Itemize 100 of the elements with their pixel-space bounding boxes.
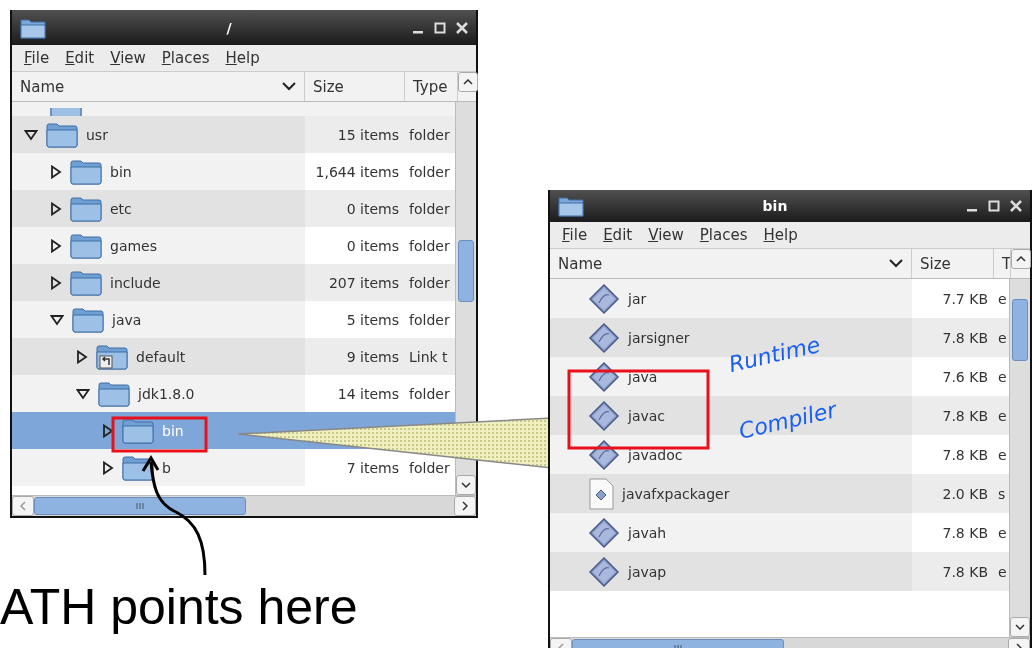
item-count: 5 items bbox=[346, 311, 399, 328]
file-name: javadoc bbox=[628, 446, 683, 463]
file-type: e bbox=[998, 329, 1007, 346]
file-name: javac bbox=[628, 407, 666, 424]
menu-item[interactable]: View bbox=[110, 49, 146, 67]
expander-collapsed-icon[interactable] bbox=[50, 275, 62, 290]
file-type: s bbox=[998, 485, 1006, 502]
maximize-icon[interactable] bbox=[988, 200, 1000, 212]
maximize-icon[interactable] bbox=[434, 21, 446, 34]
folder-icon bbox=[122, 417, 154, 444]
file-size: 7.8 KB bbox=[942, 407, 988, 424]
file-name: jdk1.8.0 bbox=[138, 385, 195, 402]
file-type: folder bbox=[409, 237, 450, 254]
menu-item[interactable]: Edit bbox=[603, 226, 633, 244]
chevron-up-icon bbox=[463, 79, 473, 85]
scrollbar-thumb[interactable] bbox=[1012, 299, 1028, 361]
file-type: folder bbox=[409, 163, 450, 180]
item-count: 9 items bbox=[346, 348, 399, 365]
chevron-down-icon bbox=[461, 482, 471, 488]
menu-item[interactable]: File bbox=[24, 49, 50, 67]
item-count: 0 items bbox=[346, 237, 399, 254]
folder-icon bbox=[70, 195, 102, 222]
file-size: 7.8 KB bbox=[942, 329, 988, 346]
file-name: javap bbox=[628, 563, 667, 580]
name-column-header[interactable]: Name bbox=[12, 72, 305, 101]
expander-collapsed-icon[interactable] bbox=[50, 164, 62, 179]
item-count: 0 items bbox=[346, 200, 399, 217]
chevron-up-icon bbox=[1016, 256, 1026, 262]
file-name: jarsigner bbox=[628, 329, 690, 346]
expander-collapsed-icon[interactable] bbox=[102, 423, 114, 438]
diamond-icon bbox=[588, 360, 620, 393]
file-type: folder bbox=[409, 126, 450, 143]
file-name: include bbox=[110, 274, 161, 291]
column-header[interactable]: Size bbox=[305, 72, 405, 101]
file-name: usr bbox=[86, 126, 108, 143]
menu-item[interactable]: Help bbox=[763, 226, 798, 244]
file-name: jar bbox=[628, 290, 647, 307]
close-icon[interactable] bbox=[1010, 200, 1022, 212]
scrollbar-thumb[interactable] bbox=[458, 240, 474, 302]
sort-chevron-icon[interactable] bbox=[282, 82, 296, 91]
item-count: 7 items bbox=[346, 459, 399, 476]
scroll-right-button[interactable] bbox=[454, 496, 476, 516]
scroll-up-button[interactable] bbox=[1011, 249, 1031, 269]
chevron-right-icon bbox=[462, 501, 468, 511]
file-type: e bbox=[998, 524, 1007, 541]
file-name: games bbox=[110, 237, 157, 254]
name-column-header[interactable]: Name bbox=[550, 249, 912, 278]
expander-collapsed-icon[interactable] bbox=[50, 201, 62, 216]
expander-expanded-icon[interactable] bbox=[76, 387, 90, 400]
menu-item[interactable]: Places bbox=[699, 226, 748, 244]
file-type: folder bbox=[409, 385, 450, 402]
menu-item[interactable]: Edit bbox=[65, 49, 95, 67]
scroll-up-button[interactable] bbox=[458, 72, 478, 92]
file-name: bin bbox=[110, 163, 132, 180]
folder-icon bbox=[46, 121, 78, 148]
expander-collapsed-icon[interactable] bbox=[76, 349, 88, 364]
scroll-down-button[interactable] bbox=[456, 475, 476, 495]
file-type: e bbox=[998, 446, 1007, 463]
menu-item[interactable]: View bbox=[648, 226, 684, 244]
expander-expanded-icon[interactable] bbox=[24, 128, 38, 141]
menu-item[interactable]: Help bbox=[225, 49, 260, 67]
file-size: 7.7 KB bbox=[942, 290, 988, 307]
column-label: Name bbox=[558, 254, 603, 273]
item-count: 14 items bbox=[337, 385, 399, 402]
file-type: folder bbox=[409, 311, 450, 328]
file-type: e bbox=[998, 407, 1007, 424]
file-type: e bbox=[998, 563, 1007, 580]
diamond-icon bbox=[588, 555, 620, 588]
expander-expanded-icon[interactable] bbox=[50, 313, 64, 326]
close-icon[interactable] bbox=[456, 21, 468, 34]
file-name: java bbox=[112, 311, 142, 328]
scrollbar-thumb[interactable] bbox=[34, 497, 246, 515]
diamond-icon bbox=[588, 321, 620, 354]
file-type: folder bbox=[409, 459, 450, 476]
file-size: 7.6 KB bbox=[942, 368, 988, 385]
file-size: 7.8 KB bbox=[942, 524, 988, 541]
file-size: 7.8 KB bbox=[942, 563, 988, 580]
expander-collapsed-icon[interactable] bbox=[50, 238, 62, 253]
file-type: Link t bbox=[409, 348, 448, 365]
folder-icon bbox=[70, 232, 102, 259]
file-name: bin bbox=[162, 422, 184, 439]
window-title: bin bbox=[762, 198, 788, 214]
chevron-down-icon bbox=[1015, 624, 1025, 630]
file-type: folder bbox=[409, 200, 450, 217]
menu-item[interactable]: Places bbox=[161, 49, 210, 67]
folder-icon bbox=[98, 380, 130, 407]
file-type: folder bbox=[409, 274, 450, 291]
menu-item[interactable]: File bbox=[562, 226, 588, 244]
diamond-icon bbox=[588, 516, 620, 549]
expander-collapsed-icon[interactable] bbox=[102, 460, 114, 475]
sort-chevron-icon[interactable] bbox=[889, 259, 903, 268]
folder-icon bbox=[558, 195, 584, 217]
column-header[interactable]: Size bbox=[912, 249, 994, 278]
file-type: e bbox=[998, 368, 1007, 385]
item-count: 207 items bbox=[328, 274, 399, 291]
file-name: b bbox=[162, 459, 171, 476]
scroll-down-button[interactable] bbox=[1010, 617, 1030, 637]
handwritten-label: Compiler bbox=[736, 397, 839, 444]
diamond-icon bbox=[588, 399, 620, 432]
column-label: Name bbox=[20, 77, 65, 96]
